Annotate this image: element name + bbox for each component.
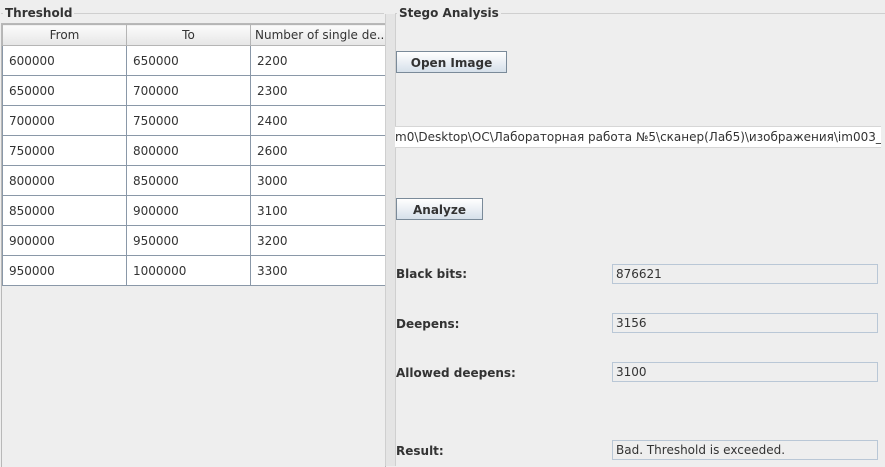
- result-field[interactable]: Bad. Threshold is exceeded.: [612, 440, 878, 460]
- table-row[interactable]: 950000 1000000 3300: [2, 255, 394, 286]
- result-label: Result:: [396, 444, 444, 458]
- cell-to[interactable]: 850000: [126, 165, 251, 196]
- cell-from[interactable]: 800000: [2, 165, 127, 196]
- table-row[interactable]: 800000 850000 3000: [2, 165, 394, 196]
- table-row[interactable]: 750000 800000 2600: [2, 135, 394, 166]
- cell-from[interactable]: 750000: [2, 135, 127, 166]
- cell-from[interactable]: 650000: [2, 75, 127, 106]
- deepens-label: Deepens:: [396, 317, 460, 331]
- threshold-table[interactable]: From To Number of single de... 600000 65…: [2, 24, 394, 286]
- deepens-field[interactable]: 3156: [612, 313, 878, 333]
- table-row[interactable]: 850000 900000 3100: [2, 195, 394, 226]
- allowed-deepens-label: Allowed deepens:: [396, 366, 516, 380]
- black-bits-field[interactable]: 876621: [612, 264, 878, 284]
- allowed-deepens-field[interactable]: 3100: [612, 362, 878, 382]
- cell-count[interactable]: 3200: [249, 225, 394, 256]
- cell-to[interactable]: 650000: [126, 45, 251, 76]
- threshold-title: Threshold: [3, 6, 75, 20]
- analyze-button[interactable]: Analyze: [396, 198, 483, 220]
- cell-from[interactable]: 900000: [2, 225, 127, 256]
- image-path-field[interactable]: m0\Desktop\ОС\Лабораторная работа №5\ска…: [395, 126, 881, 148]
- open-image-button[interactable]: Open Image: [396, 51, 507, 73]
- cell-count[interactable]: 2600: [249, 135, 394, 166]
- cell-count[interactable]: 2200: [249, 45, 394, 76]
- black-bits-label: Black bits:: [396, 267, 468, 281]
- column-header-from[interactable]: From: [2, 24, 127, 46]
- split-pane-divider[interactable]: [385, 14, 396, 466]
- cell-to[interactable]: 700000: [126, 75, 251, 106]
- cell-from[interactable]: 700000: [2, 105, 127, 136]
- cell-count[interactable]: 3300: [249, 255, 394, 286]
- cell-to[interactable]: 900000: [126, 195, 251, 226]
- table-header: From To Number of single de...: [2, 24, 394, 46]
- column-header-to[interactable]: To: [126, 24, 251, 46]
- cell-count[interactable]: 2400: [249, 105, 394, 136]
- cell-count[interactable]: 3000: [249, 165, 394, 196]
- cell-from[interactable]: 600000: [2, 45, 127, 76]
- cell-to[interactable]: 1000000: [126, 255, 251, 286]
- cell-count[interactable]: 2300: [249, 75, 394, 106]
- table-row[interactable]: 600000 650000 2200: [2, 45, 394, 76]
- cell-to[interactable]: 950000: [126, 225, 251, 256]
- cell-from[interactable]: 850000: [2, 195, 127, 226]
- cell-from[interactable]: 950000: [2, 255, 127, 286]
- cell-to[interactable]: 800000: [126, 135, 251, 166]
- table-row[interactable]: 650000 700000 2300: [2, 75, 394, 106]
- table-row[interactable]: 900000 950000 3200: [2, 225, 394, 256]
- stego-title: Stego Analysis: [397, 6, 501, 20]
- table-row[interactable]: 700000 750000 2400: [2, 105, 394, 136]
- column-header-number-of-single-deepens[interactable]: Number of single de...: [249, 24, 394, 46]
- cell-count[interactable]: 3100: [249, 195, 394, 226]
- cell-to[interactable]: 750000: [126, 105, 251, 136]
